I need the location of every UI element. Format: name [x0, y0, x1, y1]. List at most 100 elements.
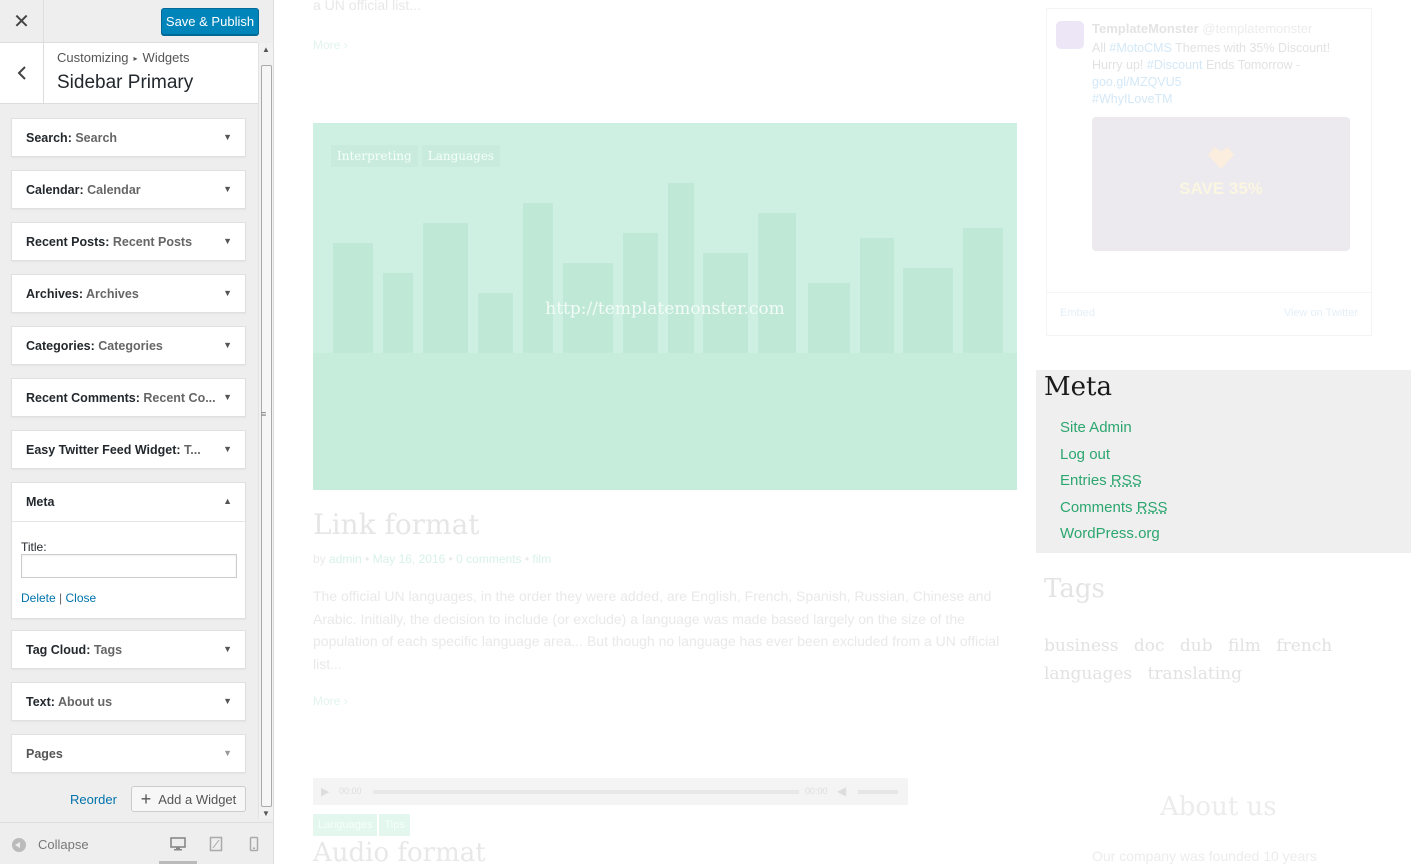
tags-heading: Tags [1044, 574, 1105, 604]
customizer-footer: Collapse [0, 822, 273, 864]
post-category[interactable]: film [532, 552, 551, 566]
widget-title: Recent Comments: Recent Co... [26, 391, 216, 405]
widget-title: Categories: Categories [26, 339, 163, 353]
widget-actions: Delete | Close [21, 591, 96, 605]
audio-current-time: 00:00 [339, 786, 362, 796]
widget-title: Tag Cloud: Tags [26, 643, 123, 657]
back-button[interactable] [0, 43, 44, 103]
collapse-icon[interactable] [12, 838, 26, 852]
tag-link[interactable]: translating [1148, 664, 1242, 684]
about-text: Our company was founded 10 years [1092, 848, 1317, 864]
more-link[interactable]: More › [313, 38, 348, 52]
comments-rss-link[interactable]: Comments RSS [1060, 499, 1168, 526]
embed-link[interactable]: Embed [1060, 307, 1095, 319]
delete-link[interactable]: Delete [21, 591, 56, 605]
close-link[interactable]: Close [66, 591, 97, 605]
scroll-grip-icon: ≡ [261, 409, 267, 419]
chevron-down-icon[interactable]: ▼ [223, 132, 232, 142]
widget-categories[interactable]: Categories: Categories ▼ [11, 326, 246, 365]
site-admin-link[interactable]: Site Admin [1060, 419, 1168, 446]
actions-separator: | [59, 591, 63, 605]
widget-title: Pages [26, 747, 63, 761]
audio-progress[interactable] [373, 790, 799, 794]
more-link[interactable]: More › [313, 694, 348, 708]
log-out-link[interactable]: Log out [1060, 446, 1168, 473]
post-comments[interactable]: 0 comments [456, 552, 521, 566]
tag-badge[interactable]: Languages [421, 145, 501, 167]
breadcrumb-separator: ▸ [133, 54, 138, 63]
avatar[interactable] [1056, 21, 1084, 49]
previous-post-excerpt: a UN official list... [313, 0, 421, 13]
tag-link[interactable]: dub [1180, 636, 1213, 656]
divider [1047, 292, 1371, 293]
tag-link[interactable]: film [1228, 636, 1261, 656]
widget-recent-comments[interactable]: Recent Comments: Recent Co... ▼ [11, 378, 246, 417]
chevron-down-icon[interactable]: ▼ [223, 288, 232, 298]
scrollbar-thumb[interactable] [261, 65, 272, 807]
save-publish-button[interactable]: Save & Publish [161, 8, 259, 35]
post-date[interactable]: May 16, 2016 [373, 552, 446, 566]
post-title[interactable]: Link format [313, 508, 480, 541]
widget-calendar[interactable]: Calendar: Calendar ▼ [11, 170, 246, 209]
chevron-down-icon[interactable]: ▼ [223, 184, 232, 194]
mobile-preview-icon[interactable] [245, 835, 263, 853]
volume-icon[interactable]: ◀ [837, 784, 846, 798]
tag-badge[interactable]: Tips [379, 814, 410, 836]
tweet-author[interactable]: TemplateMonster @templatemonster [1092, 21, 1312, 36]
breadcrumb: Customizing ▸ Widgets [57, 50, 190, 65]
widget-meta-header[interactable]: Meta ▲ [12, 483, 245, 522]
breadcrumb-root: Customizing [57, 50, 129, 65]
tag-link[interactable]: french [1276, 636, 1332, 656]
collapse-button[interactable]: Collapse [38, 837, 89, 852]
volume-slider[interactable] [858, 790, 898, 794]
chevron-down-icon[interactable]: ▼ [223, 644, 232, 654]
chevron-up-icon[interactable]: ▲ [223, 496, 232, 506]
widget-title: Meta [26, 495, 55, 509]
tag-cloud: business doc dub film french languages t… [1044, 632, 1344, 688]
add-widget-button[interactable]: + Add a Widget [131, 786, 246, 812]
tweet-image[interactable]: SAVE 35% [1092, 117, 1350, 251]
tag-link[interactable]: business [1044, 636, 1118, 656]
tag-badge[interactable]: Interpreting [331, 145, 418, 167]
widget-archives[interactable]: Archives: Archives ▼ [11, 274, 246, 313]
breadcrumb-section: Widgets [142, 50, 190, 65]
widget-text[interactable]: Text: About us ▼ [11, 682, 246, 721]
plus-icon: + [140, 789, 152, 809]
sidebar-scrollbar[interactable]: ▲ ≡ ▼ [258, 43, 273, 819]
tag-link[interactable]: languages [1044, 664, 1132, 684]
panel-header: Customizing ▸ Widgets Sidebar Primary [0, 43, 258, 104]
widget-title: Archives: Archives [26, 287, 139, 301]
post-featured-image[interactable]: Interpreting Languages http://templatemo… [313, 123, 1017, 490]
chevron-down-icon[interactable]: ▼ [223, 236, 232, 246]
chevron-down-icon[interactable]: ▼ [223, 696, 232, 706]
widget-title: Easy Twitter Feed Widget: T... [26, 443, 201, 457]
widget-search[interactable]: Search: Search ▼ [11, 118, 246, 157]
meta-widget-preview: Meta Site Admin Log out Entries RSS Comm… [1036, 370, 1411, 553]
widget-twitter-feed[interactable]: Easy Twitter Feed Widget: T... ▼ [11, 430, 246, 469]
title-field[interactable] [21, 554, 237, 578]
entries-rss-link[interactable]: Entries RSS [1060, 472, 1168, 499]
scroll-up-icon[interactable]: ▲ [262, 45, 270, 54]
tablet-preview-icon[interactable] [207, 835, 225, 853]
reorder-link[interactable]: Reorder [70, 792, 117, 807]
tag-link[interactable]: doc [1134, 636, 1165, 656]
post-meta: by admin • May 16, 2016 • 0 comments • f… [313, 552, 552, 566]
chevron-down-icon[interactable]: ▼ [223, 340, 232, 350]
post-link-url[interactable]: http://templatemonster.com [313, 299, 1017, 319]
scroll-down-icon[interactable]: ▼ [262, 809, 270, 818]
play-icon[interactable]: ▶ [321, 785, 329, 798]
view-on-twitter-link[interactable]: View on Twitter [1284, 307, 1358, 319]
widget-pages[interactable]: Pages ▼ [11, 734, 246, 773]
chevron-down-icon[interactable]: ▼ [223, 392, 232, 402]
audio-post-title[interactable]: Audio format [313, 838, 486, 864]
chevron-down-icon[interactable]: ▼ [223, 444, 232, 454]
wordpress-link[interactable]: WordPress.org [1060, 525, 1168, 552]
widget-tag-cloud[interactable]: Tag Cloud: Tags ▼ [11, 630, 246, 669]
customizer-header: ✕ Save & Publish [0, 0, 259, 43]
post-author[interactable]: admin [329, 552, 362, 566]
close-customizer-button[interactable]: ✕ [0, 0, 44, 43]
chevron-down-icon[interactable]: ▼ [223, 748, 232, 758]
desktop-preview-icon[interactable] [169, 835, 187, 853]
widget-recent-posts[interactable]: Recent Posts: Recent Posts ▼ [11, 222, 246, 261]
tag-badge[interactable]: Languages [313, 814, 378, 836]
